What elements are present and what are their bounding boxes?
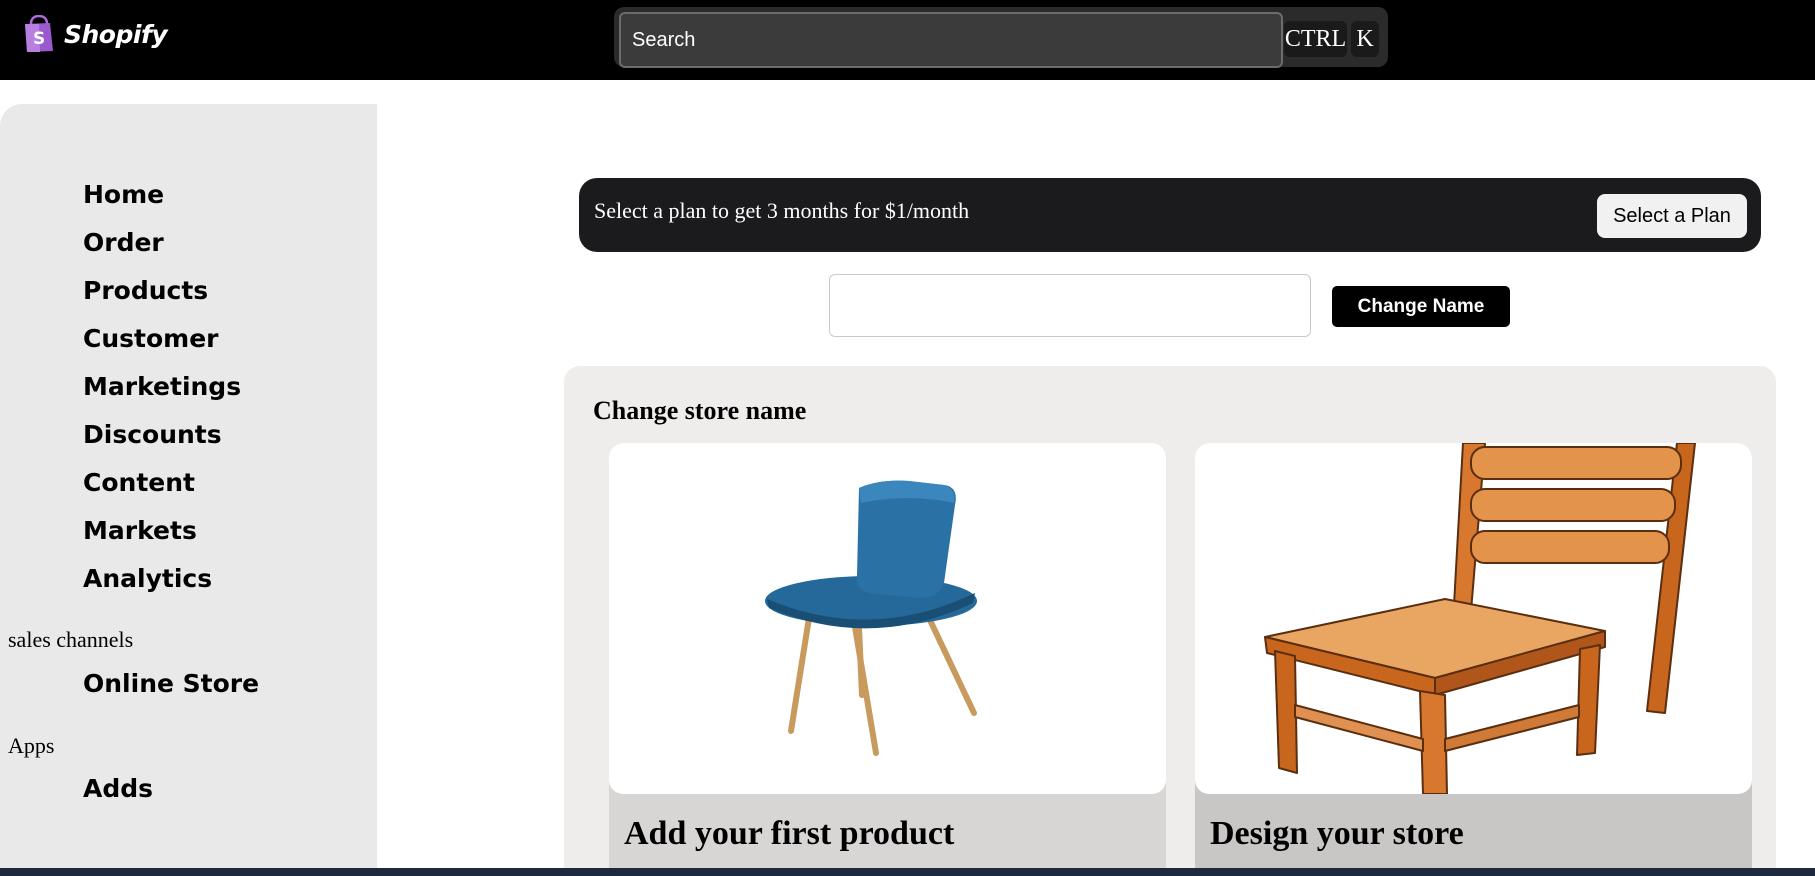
sidebar-item-discounts[interactable]: Discounts bbox=[83, 420, 222, 449]
sidebar-item-analytics[interactable]: Analytics bbox=[83, 564, 212, 593]
blue-chair-illustration bbox=[765, 480, 977, 756]
shopify-logo[interactable]: S Shopify bbox=[22, 14, 168, 54]
brand-name: Shopify bbox=[64, 19, 168, 49]
sales-channels-heading: sales channels bbox=[8, 627, 134, 652]
sidebar-item-adds[interactable]: Adds bbox=[83, 774, 153, 803]
sidebar-item-online-store[interactable]: Online Store bbox=[83, 669, 259, 698]
sidebar-item-home[interactable]: Home bbox=[83, 180, 164, 209]
top-bar: S Shopify CTRL K bbox=[0, 0, 1815, 80]
plan-promo-banner: Select a plan to get 3 months for $1/mon… bbox=[579, 178, 1761, 252]
sidebar-item-marketings[interactable]: Marketings bbox=[83, 372, 241, 401]
sidebar-item-products[interactable]: Products bbox=[83, 276, 208, 305]
banner-text: Select a plan to get 3 months for $1/mon… bbox=[594, 198, 970, 223]
shopping-bag-icon: S bbox=[25, 15, 53, 52]
store-name-input[interactable] bbox=[829, 274, 1311, 337]
bottom-edge-strip bbox=[0, 868, 1815, 876]
search-input[interactable] bbox=[619, 12, 1283, 68]
design-store-card[interactable]: Design your store bbox=[1195, 443, 1752, 876]
change-name-button[interactable]: Change Name bbox=[1332, 286, 1510, 327]
svg-text:S: S bbox=[33, 29, 45, 49]
sidebar-item-content[interactable]: Content bbox=[83, 468, 195, 497]
panel-title: Change store name bbox=[593, 396, 807, 425]
select-plan-button[interactable]: Select a Plan bbox=[1597, 194, 1747, 238]
search-bar: CTRL K bbox=[614, 7, 1388, 68]
blue-chair-image bbox=[609, 443, 1166, 794]
wooden-chair-illustration bbox=[1264, 443, 1696, 794]
k-key-hint: K bbox=[1351, 21, 1379, 57]
sidebar-item-markets[interactable]: Markets bbox=[83, 516, 197, 545]
add-product-card[interactable]: Add your first product bbox=[609, 443, 1166, 876]
sidebar-item-order[interactable]: Order bbox=[83, 228, 164, 257]
sidebar-item-customer[interactable]: Customer bbox=[83, 324, 219, 353]
apps-heading: Apps bbox=[8, 733, 55, 758]
design-store-title: Design your store bbox=[1210, 815, 1464, 852]
wooden-chair-image bbox=[1195, 443, 1752, 794]
add-product-title: Add your first product bbox=[624, 815, 955, 852]
ctrl-key-hint: CTRL bbox=[1284, 21, 1347, 57]
